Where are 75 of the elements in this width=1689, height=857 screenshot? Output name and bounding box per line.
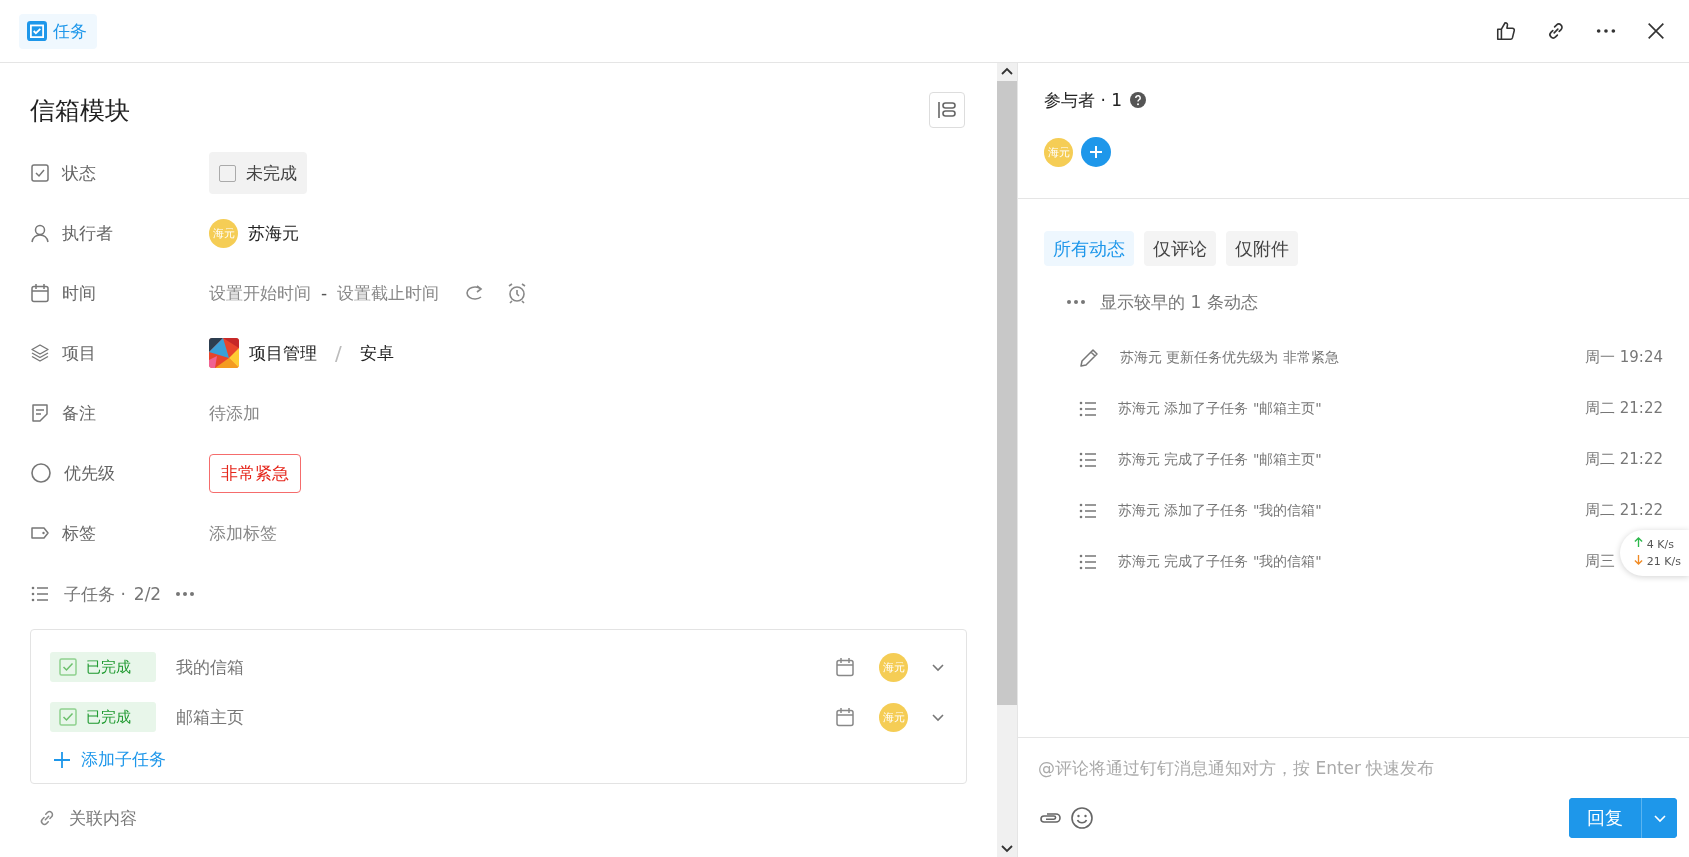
filter-tab[interactable]: 所有动态 — [1044, 231, 1134, 266]
note-icon — [30, 403, 50, 423]
calendar-icon[interactable] — [835, 707, 855, 727]
subtasks-label: 子任务 · — [64, 582, 126, 606]
section-name[interactable]: 安卓 — [359, 341, 394, 365]
subtasks-count: 2/2 — [133, 584, 162, 604]
pencil-icon — [1078, 346, 1100, 369]
priority-tag[interactable]: 非常紧急 — [209, 453, 301, 493]
layout-button[interactable] — [929, 92, 965, 128]
task-title[interactable]: 信箱模块 — [30, 93, 130, 127]
assignee-name[interactable]: 苏海元 — [248, 221, 299, 245]
plus-icon — [1088, 144, 1104, 160]
field-placeholder[interactable]: 添加标签 — [209, 521, 277, 545]
task-icon — [27, 21, 47, 41]
activity-text: 苏海元 完成了子任务 "邮箱主页" — [1118, 450, 1323, 469]
scrollbar[interactable] — [997, 63, 1017, 857]
upload-speed: 4 — [1646, 538, 1654, 551]
start-time-link[interactable]: 设置开始时间 — [209, 281, 311, 305]
field-placeholder[interactable]: 待添加 — [209, 401, 260, 425]
layers-icon — [30, 343, 50, 363]
subtask-title[interactable]: 邮箱主页 — [176, 705, 835, 729]
checkbox-icon — [59, 658, 77, 676]
checkbox-icon — [59, 708, 77, 726]
activity-text: 苏海元 添加了子任务 "邮箱主页" — [1118, 399, 1323, 418]
help-icon[interactable] — [1130, 92, 1147, 108]
field-label: 备注 — [62, 401, 96, 425]
activity-time: 周二 21:22 — [1585, 501, 1663, 519]
subtask-status-button[interactable]: 已完成 — [50, 652, 156, 682]
project-name[interactable]: 项目管理 — [249, 341, 317, 365]
field-label: 时间 — [62, 281, 96, 305]
arrow-up-icon — [1634, 537, 1644, 548]
smiley-icon[interactable] — [1070, 806, 1094, 830]
filter-tab[interactable]: 仅评论 — [1144, 231, 1216, 266]
due-time-link[interactable]: 设置截止时间 — [337, 281, 440, 305]
status-button[interactable]: 未完成 — [209, 152, 307, 194]
activity-time: 周二 21:22 — [1585, 399, 1663, 417]
field-label: 标签 — [62, 521, 96, 545]
calendar-icon — [30, 283, 50, 303]
field-label: 优先级 — [64, 461, 115, 485]
activity-text: 苏海元 添加了子任务 "我的信箱" — [1118, 501, 1323, 520]
show-earlier-link[interactable]: 显示较早的 1 条动态 — [1100, 290, 1258, 314]
person-icon — [30, 223, 50, 243]
subtask-title[interactable]: 我的信箱 — [176, 655, 835, 679]
separator: / — [335, 341, 342, 365]
field-label: 执行者 — [62, 221, 113, 245]
checkbox-icon — [30, 163, 50, 183]
activity-text: 苏海元 更新任务优先级为 非常紧急 — [1120, 348, 1340, 367]
add-subtask-button[interactable]: 添加子任务 — [50, 742, 168, 777]
circle-icon — [30, 462, 52, 484]
speed-unit: K/s — [1657, 538, 1674, 551]
add-participant-button[interactable] — [1081, 137, 1111, 167]
avatar: 海元 — [209, 218, 238, 248]
speed-unit: K/s — [1664, 555, 1681, 568]
filter-tab[interactable]: 仅附件 — [1226, 231, 1298, 266]
activity-time: 周一 19:24 — [1585, 348, 1663, 366]
download-speed: 21 — [1646, 555, 1661, 568]
calendar-icon[interactable] — [835, 657, 855, 677]
participants-label: 参与者 · 1 — [1044, 88, 1123, 112]
activity-text: 苏海元 完成了子任务 "我的信箱" — [1118, 552, 1323, 571]
task-tab[interactable]: 任务 — [19, 13, 97, 49]
activity-time: 周二 21:22 — [1585, 450, 1663, 468]
related-content-label[interactable]: 关联内容 — [69, 806, 137, 830]
scroll-down-icon[interactable] — [1001, 845, 1013, 853]
list-icon — [30, 584, 50, 604]
subtask-status-button[interactable]: 已完成 — [50, 702, 156, 732]
arrow-down-icon — [1634, 554, 1644, 565]
layout-icon — [937, 100, 957, 120]
separator: - — [321, 283, 328, 303]
activity-time: 周三 — [1585, 552, 1615, 570]
field-label: 状态 — [62, 161, 96, 185]
field-label: 项目 — [62, 341, 96, 365]
close-icon[interactable] — [1645, 20, 1667, 42]
scroll-up-icon[interactable] — [1001, 67, 1013, 75]
plus-icon — [52, 749, 72, 770]
like-icon[interactable] — [1495, 20, 1517, 42]
